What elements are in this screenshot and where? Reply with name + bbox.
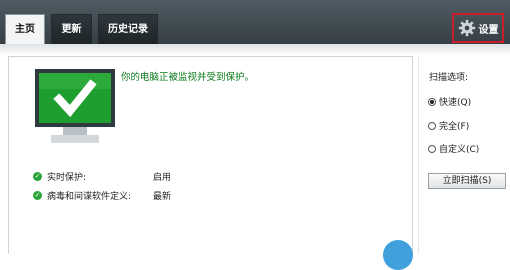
radio-selected-icon (428, 97, 436, 106)
definitions-row: ✓ 病毒和间谍软件定义: 最新 (33, 189, 171, 202)
scan-options-title: 扫描选项: (429, 73, 469, 83)
gear-icon (458, 19, 475, 37)
scan-custom-label: 自定义(C) (439, 145, 480, 155)
decorative-circle (383, 240, 413, 270)
definitions-label: 病毒和间谍软件定义: (47, 192, 132, 202)
protection-status-text: 你的电脑正被监视并受到保护。 (121, 72, 255, 83)
tab-home[interactable]: 主页 (5, 14, 45, 45)
scan-now-button[interactable]: 立即扫描(S) (428, 173, 506, 189)
scan-quick-radio[interactable]: 快速(Q) (428, 95, 471, 108)
realtime-protection-label: 实时保护: (47, 173, 87, 183)
checkmark-icon: ✓ (33, 191, 42, 200)
radio-empty-icon (428, 121, 436, 130)
scan-full-radio[interactable]: 完全(F) (428, 119, 469, 132)
radio-empty-icon (428, 144, 436, 153)
header-shadow (0, 44, 510, 56)
definitions-value: 最新 (153, 192, 172, 202)
checkmark-icon: ✓ (33, 172, 42, 181)
status-panel: 你的电脑正被监视并受到保护。 ✓ 实时保护: 启用 ✓ 病毒和间谍软件定义: 最… (8, 56, 413, 254)
scan-custom-radio[interactable]: 自定义(C) (428, 142, 479, 155)
scan-quick-label: 快速(Q) (439, 98, 472, 108)
realtime-protection-value: 启用 (153, 173, 172, 183)
settings-button[interactable]: 设置 (452, 13, 504, 43)
tab-update[interactable]: 更新 (51, 14, 92, 44)
scan-full-label: 完全(F) (439, 122, 470, 132)
monitor-check-icon (35, 69, 115, 143)
scan-options-panel: 扫描选项: 快速(Q) 完全(F) 自定义(C) 立即扫描(S) (418, 56, 510, 254)
realtime-protection-row: ✓ 实时保护: 启用 (33, 170, 171, 183)
settings-label: 设置 (478, 24, 499, 36)
tab-history[interactable]: 历史记录 (98, 14, 158, 44)
title-bar: 主页 更新 历史记录 设置 (0, 0, 510, 45)
